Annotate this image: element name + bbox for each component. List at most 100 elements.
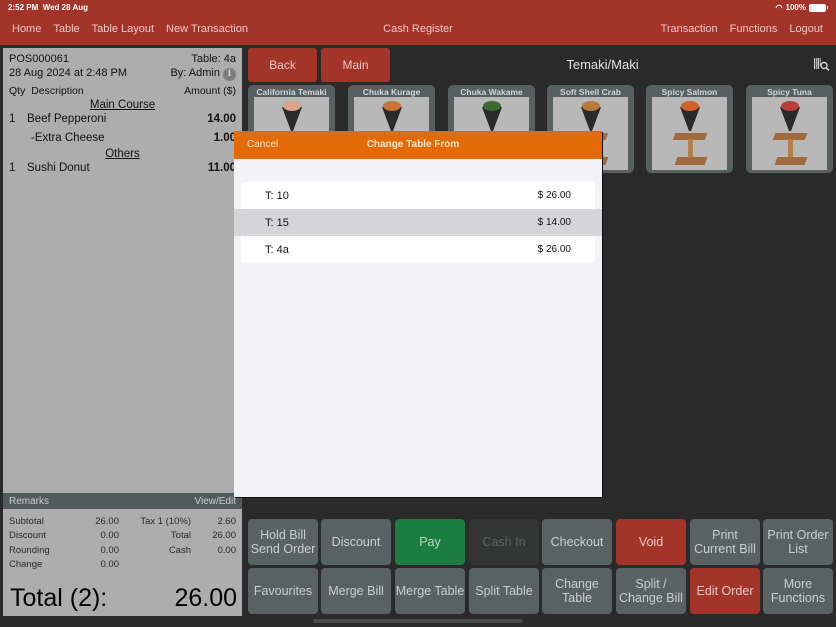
grand-total-label: Total (2):	[10, 584, 108, 612]
discount-value: 0.00	[100, 530, 120, 542]
merge-table-button[interactable]: Merge Table	[395, 568, 465, 614]
section-title: Others	[105, 148, 140, 160]
receipt-modifier[interactable]: -Extra Cheese 1.00	[9, 132, 236, 144]
item-amount: 14.00	[207, 113, 236, 125]
total-value: 26.00	[212, 530, 236, 542]
button-label: Cash In	[482, 535, 526, 549]
rounding-value: 0.00	[100, 544, 120, 556]
battery-icon	[809, 3, 828, 12]
table-option-name: T: 15	[265, 216, 289, 229]
receipt-header-line2: 28 Aug 2024 at 2:48 PM By: Admin i	[9, 67, 236, 81]
split-change-bill-button[interactable]: Split / Change Bill	[616, 568, 686, 614]
product-name: Soft Shell Crab	[560, 87, 621, 97]
item-name: Beef Pepperoni	[27, 113, 107, 125]
nav-new-transaction[interactable]: New Transaction	[166, 23, 248, 35]
back-button[interactable]: Back	[248, 48, 317, 82]
remarks-label: Remarks	[9, 495, 50, 507]
subtotal-label: Subtotal	[9, 515, 44, 527]
main-button[interactable]: Main	[321, 48, 390, 82]
nav-table[interactable]: Table	[53, 23, 79, 35]
topping	[582, 101, 600, 111]
home-indicator[interactable]	[313, 619, 523, 623]
product-name: Chuka Kurage	[362, 87, 421, 97]
clock: 2:52 PM	[8, 3, 39, 12]
totals-row: Rounding 0.00 Cash 0.00	[9, 543, 236, 558]
edit-order-button[interactable]: Edit Order	[690, 568, 760, 614]
change-table-button[interactable]: Change Table	[542, 568, 612, 614]
checkout-button[interactable]: Checkout	[542, 519, 612, 565]
product-name: Chuka Wakame	[460, 87, 523, 97]
totals-row: Discount 0.00 Total 26.00	[9, 529, 236, 544]
table-option-amount: $ 14.00	[537, 217, 571, 228]
favourites-button[interactable]: Favourites	[248, 568, 318, 614]
status-time: 2:52 PM Wed 28 Aug	[8, 3, 88, 12]
product-card[interactable]: Spicy Tuna	[746, 85, 833, 173]
item-amount: 11.00	[207, 162, 236, 174]
button-label: Hold Bill Send Order	[250, 528, 316, 556]
discount-button[interactable]: Discount	[321, 519, 391, 565]
receipt-item[interactable]: 1 Sushi Donut 11.00	[9, 162, 236, 174]
table-option-name: T: 10	[265, 189, 289, 202]
void-button[interactable]: Void	[616, 519, 686, 565]
more-functions-button[interactable]: More Functions	[763, 568, 833, 614]
col-qty: Qty	[9, 85, 26, 97]
merge-bill-button[interactable]: Merge Bill	[321, 568, 391, 614]
rounding-label: Rounding	[9, 544, 50, 556]
nav-transaction[interactable]: Transaction	[661, 23, 718, 35]
product-card[interactable]: Spicy Salmon	[646, 85, 733, 173]
info-icon[interactable]: i	[223, 68, 236, 81]
table-option[interactable]: T: 15 $ 14.00	[234, 209, 602, 236]
print-current-bill-button[interactable]: Print Current Bill	[690, 519, 760, 565]
button-label: More Functions	[770, 577, 826, 605]
cash-value: 0.00	[217, 544, 237, 556]
button-label: Merge Table	[395, 584, 465, 598]
nav-logout[interactable]: Logout	[789, 23, 823, 35]
stand-post	[688, 139, 693, 159]
button-label: Pay	[419, 535, 441, 549]
nav-right: Transaction Functions Logout	[661, 23, 823, 35]
cash-label: Cash	[168, 544, 191, 556]
top-bar: 2:52 PM Wed 28 Aug ◠ 100% Home Table Tab…	[0, 0, 836, 45]
hold-bill-send-order-button[interactable]: Hold Bill Send Order	[248, 519, 318, 565]
cash-in-button: Cash In	[469, 519, 539, 565]
receipt-item[interactable]: 1 Beef Pepperoni 14.00	[9, 113, 236, 125]
button-label: Edit Order	[696, 584, 754, 598]
product-name: Spicy Tuna	[767, 87, 812, 97]
topping	[681, 101, 699, 111]
app-title: Cash Register	[383, 23, 453, 35]
table-option[interactable]: T: 4a $ 26.00	[241, 236, 595, 263]
subtotal-value: 26.00	[95, 515, 119, 527]
item-qty: 1	[9, 162, 16, 174]
print-order-list-button[interactable]: Print Order List	[763, 519, 833, 565]
item-amount: 1.00	[213, 132, 236, 144]
remarks-view-edit-button[interactable]: View/Edit	[194, 496, 236, 507]
nav-left: Home Table Table Layout New Transaction	[12, 23, 248, 35]
remarks-bar: Remarks View/Edit	[3, 493, 242, 509]
order-number: POS000061	[9, 53, 69, 65]
product-image	[652, 97, 727, 170]
wifi-icon: ◠	[775, 3, 783, 12]
topping	[781, 101, 799, 111]
button-label: Print Order List	[767, 528, 829, 556]
button-label: Discount	[331, 535, 381, 549]
stand-post	[788, 139, 793, 159]
product-name: California Temaki	[256, 87, 327, 97]
nav-functions[interactable]: Functions	[730, 23, 778, 35]
grand-total: Total (2): 26.00	[10, 584, 237, 613]
stand-base	[774, 157, 808, 165]
order-datetime: 28 Aug 2024 at 2:48 PM	[9, 67, 128, 79]
split-table-button[interactable]: Split Table	[469, 568, 539, 614]
totals-row: Subtotal 26.00 Tax 1 (10%) 2.60	[9, 514, 236, 529]
nav-home[interactable]: Home	[12, 23, 41, 35]
table-option-amount: $ 26.00	[537, 244, 571, 255]
barcode-search-icon[interactable]	[814, 57, 830, 71]
receipt-header-line1: POS000061 Table: 4a	[9, 53, 236, 65]
nav-table-layout[interactable]: Table Layout	[92, 23, 154, 35]
product-image	[752, 97, 827, 170]
item-qty: 1	[9, 113, 16, 125]
topping	[383, 101, 401, 111]
pay-button[interactable]: Pay	[395, 519, 465, 565]
button-label: Merge Bill	[328, 584, 384, 598]
modal-cancel-button[interactable]: Cancel	[247, 139, 278, 150]
table-option[interactable]: T: 10 $ 26.00	[241, 182, 595, 209]
